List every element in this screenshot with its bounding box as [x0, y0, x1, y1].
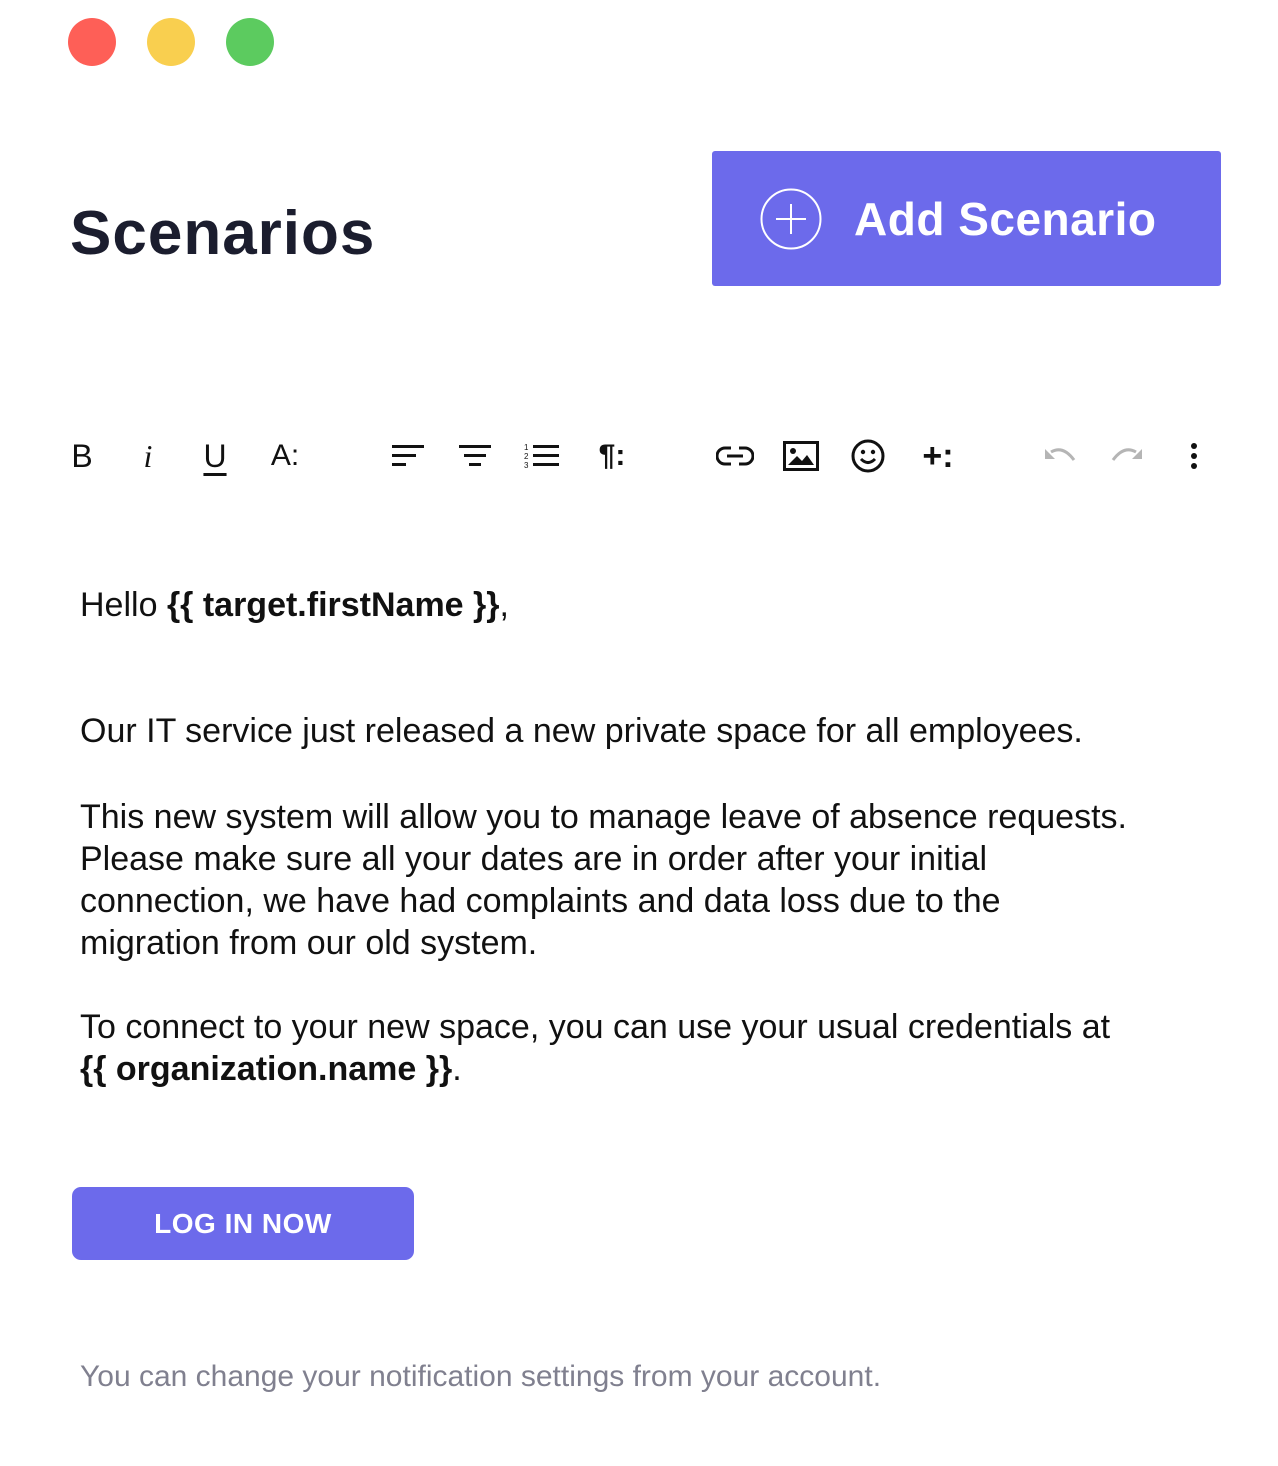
align-center-button[interactable]	[453, 430, 497, 482]
svg-text:2: 2	[524, 452, 529, 461]
editor-toolbar: B i U A: 1 2 3 ¶: +:	[60, 430, 1220, 482]
italic-button[interactable]: i	[126, 430, 170, 482]
ordered-list-button[interactable]: 1 2 3	[520, 430, 564, 482]
add-scenario-button[interactable]: Add Scenario	[712, 151, 1221, 286]
font-size-button[interactable]: A:	[260, 430, 310, 482]
redo-button[interactable]	[1105, 430, 1149, 482]
email-paragraph-3: To connect to your new space, you can us…	[80, 1006, 1230, 1090]
paragraph-3-suffix: .	[452, 1050, 462, 1088]
paragraph-2-line-1: This new system will allow you to manage…	[80, 798, 1127, 836]
image-icon	[783, 441, 819, 471]
underline-button[interactable]: U	[193, 430, 237, 482]
organization-name-variable: {{ organization.name }}	[80, 1050, 453, 1088]
paragraph-3-line-2: {{ organization.name }}.	[80, 1048, 1230, 1090]
email-greeting: Hello {{ target.firstName }},	[80, 586, 509, 625]
add-scenario-label: Add Scenario	[854, 192, 1157, 245]
page-title: Scenarios	[70, 199, 376, 268]
insert-button[interactable]: +:	[913, 430, 963, 482]
maximize-window-button[interactable]	[226, 18, 274, 66]
redo-icon	[1111, 448, 1142, 461]
emoji-icon	[851, 439, 885, 473]
email-paragraph-2: This new system will allow you to manage…	[80, 796, 1230, 964]
undo-icon	[1045, 448, 1076, 461]
align-left-button[interactable]	[386, 430, 430, 482]
ordered-list-icon: 1 2 3	[524, 443, 559, 470]
notification-settings-note: You can change your notification setting…	[80, 1360, 882, 1393]
close-window-button[interactable]	[68, 18, 116, 66]
paragraph-2-line-2: Please make sure all your dates are in o…	[80, 840, 988, 878]
app-window: Scenarios Add Scenario B i U A: 1 2 3 ¶:…	[0, 0, 1278, 1466]
more-options-button[interactable]	[1172, 430, 1216, 482]
more-icon	[1191, 443, 1197, 469]
underline-icon: U	[203, 437, 227, 474]
email-paragraph-1: Our IT service just released a new priva…	[80, 712, 1083, 750]
greeting-prefix: Hello	[80, 586, 167, 624]
align-left-icon	[392, 445, 424, 466]
undo-button[interactable]	[1038, 430, 1082, 482]
first-name-variable: {{ target.firstName }}	[166, 586, 500, 624]
image-button[interactable]	[779, 430, 823, 482]
window-controls	[68, 18, 274, 66]
paragraph-button[interactable]: ¶:	[587, 430, 637, 482]
paragraph-2-line-3: connection, we have had complaints and d…	[80, 882, 1001, 920]
font-size-icon: A:	[270, 439, 300, 472]
paragraph-icon: ¶:	[598, 439, 626, 472]
svg-text:3: 3	[524, 461, 529, 470]
insert-icon: +:	[922, 436, 954, 475]
link-icon	[716, 446, 754, 466]
bold-icon: B	[71, 437, 93, 474]
paragraph-2-line-4: migration from our old system.	[80, 924, 538, 962]
italic-icon: i	[143, 437, 153, 474]
align-center-icon	[459, 445, 491, 466]
link-button[interactable]	[712, 430, 758, 482]
log-in-now-button[interactable]: LOG IN NOW	[72, 1187, 414, 1260]
greeting-suffix: ,	[499, 586, 509, 624]
svg-text:1: 1	[524, 443, 529, 452]
paragraph-3-line-1: To connect to your new space, you can us…	[80, 1008, 1111, 1046]
minimize-window-button[interactable]	[147, 18, 195, 66]
emoji-button[interactable]	[846, 430, 890, 482]
plus-circle-icon	[760, 188, 822, 249]
bold-button[interactable]: B	[60, 430, 104, 482]
